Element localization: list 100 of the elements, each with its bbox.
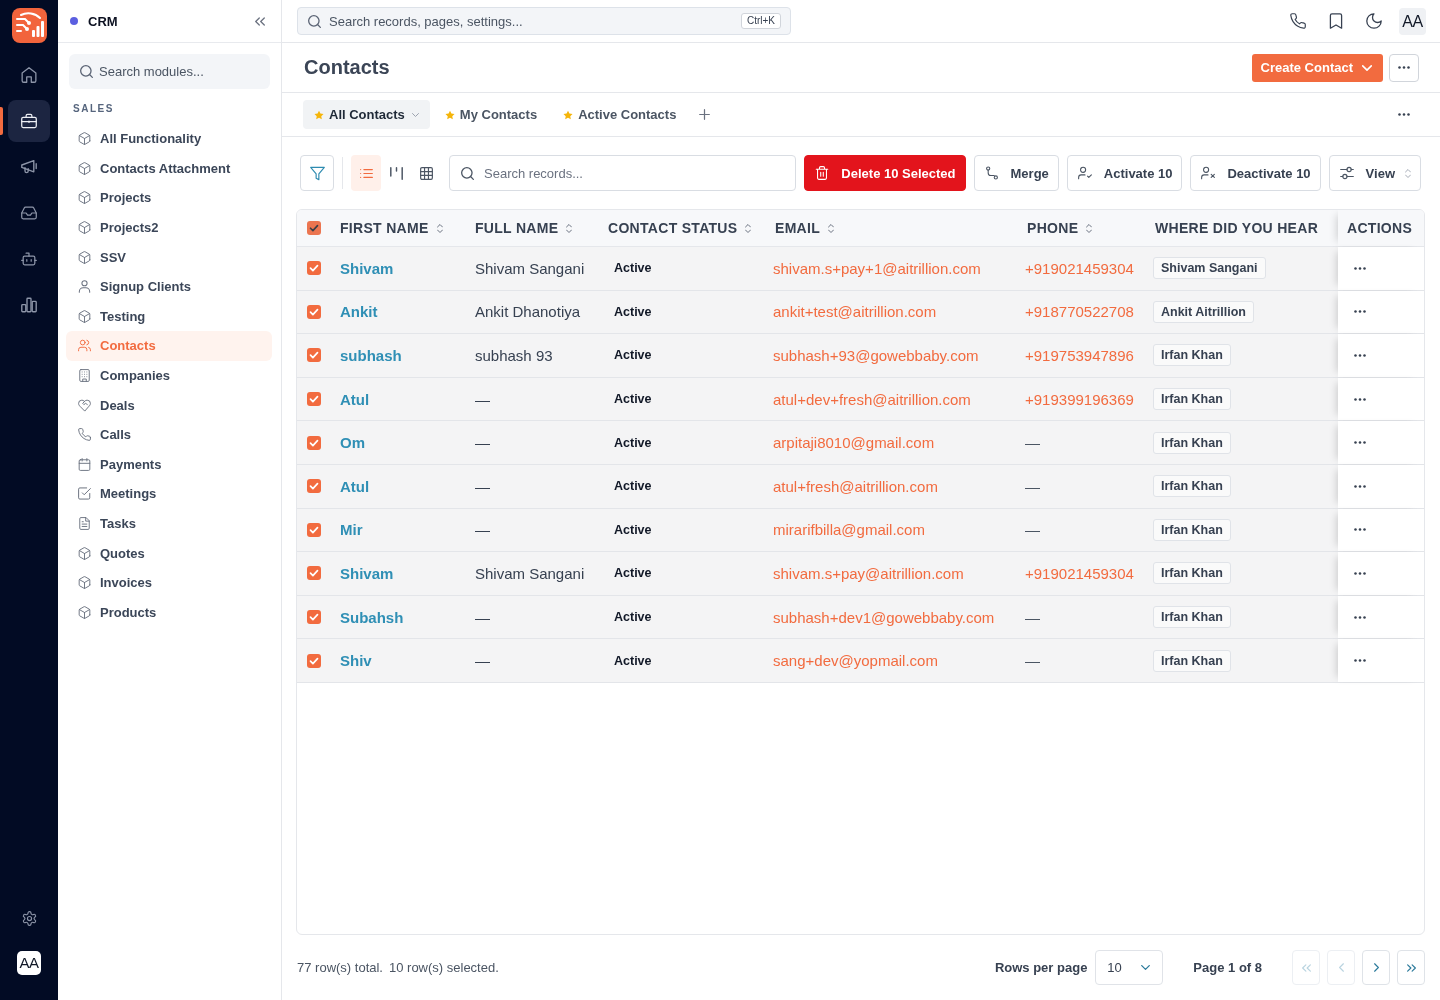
cube-icon	[78, 221, 91, 235]
user-check-icon	[1077, 166, 1092, 180]
module-search-field[interactable]: Search modules...	[69, 54, 270, 89]
contact-name-link[interactable]: Mir	[340, 521, 363, 539]
row-checkbox[interactable]	[306, 348, 321, 363]
phone-icon	[1290, 13, 1306, 29]
page-indicator: Page 1 of 8	[1193, 960, 1262, 975]
row-checkbox[interactable]	[306, 392, 321, 407]
sidebar-item[interactable]: Contacts	[66, 331, 272, 361]
chevron-right-icon	[1373, 963, 1379, 972]
email-link[interactable]: atul+fresh@aitrillion.com	[773, 477, 938, 495]
phone-link[interactable]: +919399196369	[1025, 390, 1134, 408]
contact-status-header: CONTACT STATUS	[608, 220, 738, 236]
sidebar-item[interactable]: Calls	[66, 419, 272, 450]
filter-button[interactable]	[300, 155, 334, 191]
sidebar-item[interactable]: Testing	[66, 301, 272, 332]
select-all-checkbox[interactable]	[306, 221, 321, 235]
more-icon	[1354, 397, 1366, 401]
contact-name-link[interactable]: Subahsh	[340, 608, 404, 626]
cube-icon	[78, 576, 91, 590]
email-link[interactable]: subhash+dev1@gowebbaby.com	[773, 608, 995, 626]
sidebar-item[interactable]: SSV	[66, 242, 272, 272]
email-link[interactable]: arpitaji8010@gmail.com	[773, 434, 935, 452]
row-checkbox[interactable]	[306, 479, 321, 494]
status-text: Active	[614, 479, 652, 494]
selection-indicator	[0, 107, 3, 135]
phone-text: —	[1025, 521, 1040, 539]
email-link[interactable]: subhash+93@gowebbaby.com	[773, 347, 979, 364]
phone-link[interactable]: +919753947896	[1025, 347, 1134, 364]
contact-name-link[interactable]: Shivam	[340, 259, 394, 277]
sidebar-item[interactable]: Meetings	[66, 479, 272, 509]
columns-icon	[389, 166, 403, 180]
double-chevron-right-icon	[1406, 963, 1416, 972]
activate-button[interactable]: Activate 10	[1066, 155, 1183, 191]
briefcase-button[interactable]	[8, 100, 50, 142]
view-tab[interactable]: Active Contacts	[552, 100, 688, 129]
status-text: Active	[614, 304, 652, 319]
user-avatar[interactable]: AA	[1399, 7, 1426, 35]
view-options-button[interactable]: View	[1328, 155, 1421, 191]
email-link[interactable]: sang+dev@yopmail.com	[773, 652, 938, 670]
source-tag: Ankit Aitrillion	[1153, 300, 1254, 323]
sidebar-item[interactable]: Invoices	[66, 567, 272, 598]
contact-name-link[interactable]: Om	[340, 434, 365, 452]
full-name-text: —	[475, 477, 490, 495]
list-view-button[interactable]	[351, 155, 381, 191]
sidebar-item[interactable]: Companies	[66, 360, 272, 391]
phone-link[interactable]: +919021459304	[1025, 564, 1134, 582]
star-icon	[444, 109, 455, 120]
sidebar-item[interactable]: Quotes	[66, 538, 272, 568]
record-search-field[interactable]: Search records...	[449, 155, 797, 191]
last-page-button[interactable]	[1397, 950, 1425, 985]
full-name-text: subhash 93	[475, 347, 553, 364]
email-link[interactable]: mirarifbilla@gmail.com	[773, 521, 925, 539]
sidebar-item[interactable]: Contacts Attachment	[66, 153, 272, 184]
briefcase-icon	[21, 113, 37, 129]
source-tag: Irfan Khan	[1153, 431, 1231, 454]
user-avatar[interactable]: AA	[17, 951, 41, 975]
row-checkbox[interactable]	[306, 653, 321, 668]
email-link[interactable]: ankit+test@aitrillion.com	[773, 303, 937, 321]
contact-name-link[interactable]: Shivam	[340, 564, 394, 582]
phone-header: PHONE	[1027, 220, 1079, 236]
contact-name-link[interactable]: subhash	[340, 347, 402, 364]
sidebar-item[interactable]: All Functionality	[66, 124, 272, 154]
sidebar-item[interactable]: Payments	[66, 449, 272, 480]
row-checkbox[interactable]	[306, 261, 321, 276]
phone-text: —	[1025, 434, 1040, 452]
sidebar-item[interactable]: Deals	[66, 390, 272, 420]
moon-icon	[1366, 13, 1382, 29]
row-checkbox[interactable]	[306, 522, 321, 537]
sidebar-item[interactable]: Projects	[66, 183, 272, 213]
phone-link[interactable]: +919021459304	[1025, 259, 1134, 277]
cube-icon	[78, 546, 91, 560]
contact-name-link[interactable]: Atul	[340, 477, 370, 495]
merge-button[interactable]: Merge	[973, 155, 1059, 191]
contact-name-link[interactable]: Shiv	[340, 652, 372, 670]
view-tab[interactable]: All Contacts	[303, 100, 430, 129]
collapse-sidebar-button[interactable]	[253, 14, 267, 28]
phone-link[interactable]: +918770522708	[1025, 303, 1134, 321]
view-tab[interactable]: My Contacts	[433, 100, 549, 129]
sidebar-item[interactable]: Products	[66, 597, 272, 628]
row-checkbox[interactable]	[306, 610, 321, 625]
email-link[interactable]: shivam.s+pay@aitrillion.com	[773, 564, 964, 582]
source-tag: Shivam Sangani	[1153, 257, 1266, 280]
status-text: Active	[614, 610, 652, 625]
row-checkbox[interactable]	[306, 435, 321, 450]
contact-name-link[interactable]: Ankit	[340, 303, 378, 321]
grid-icon	[419, 166, 433, 180]
row-checkbox[interactable]	[306, 304, 321, 319]
email-link[interactable]: atul+dev+fresh@aitrillion.com	[773, 390, 971, 408]
sidebar-item[interactable]: Signup Clients	[66, 271, 272, 302]
delete-selected-button[interactable]: Delete 10 Selected	[804, 155, 966, 191]
deactivate-button[interactable]: Deactivate 10	[1190, 155, 1321, 191]
row-checkbox[interactable]	[306, 566, 321, 581]
email-link[interactable]: shivam.s+pay+1@aitrillion.com	[773, 259, 981, 277]
rows-per-page-select[interactable]: 10	[1095, 950, 1164, 985]
sidebar-item[interactable]: Projects2	[66, 212, 272, 243]
contact-name-link[interactable]: Atul	[340, 390, 370, 408]
create-contact-button[interactable]: Create Contact	[1251, 53, 1383, 82]
sidebar-item[interactable]: Tasks	[66, 508, 272, 539]
phone-icon	[78, 428, 91, 442]
